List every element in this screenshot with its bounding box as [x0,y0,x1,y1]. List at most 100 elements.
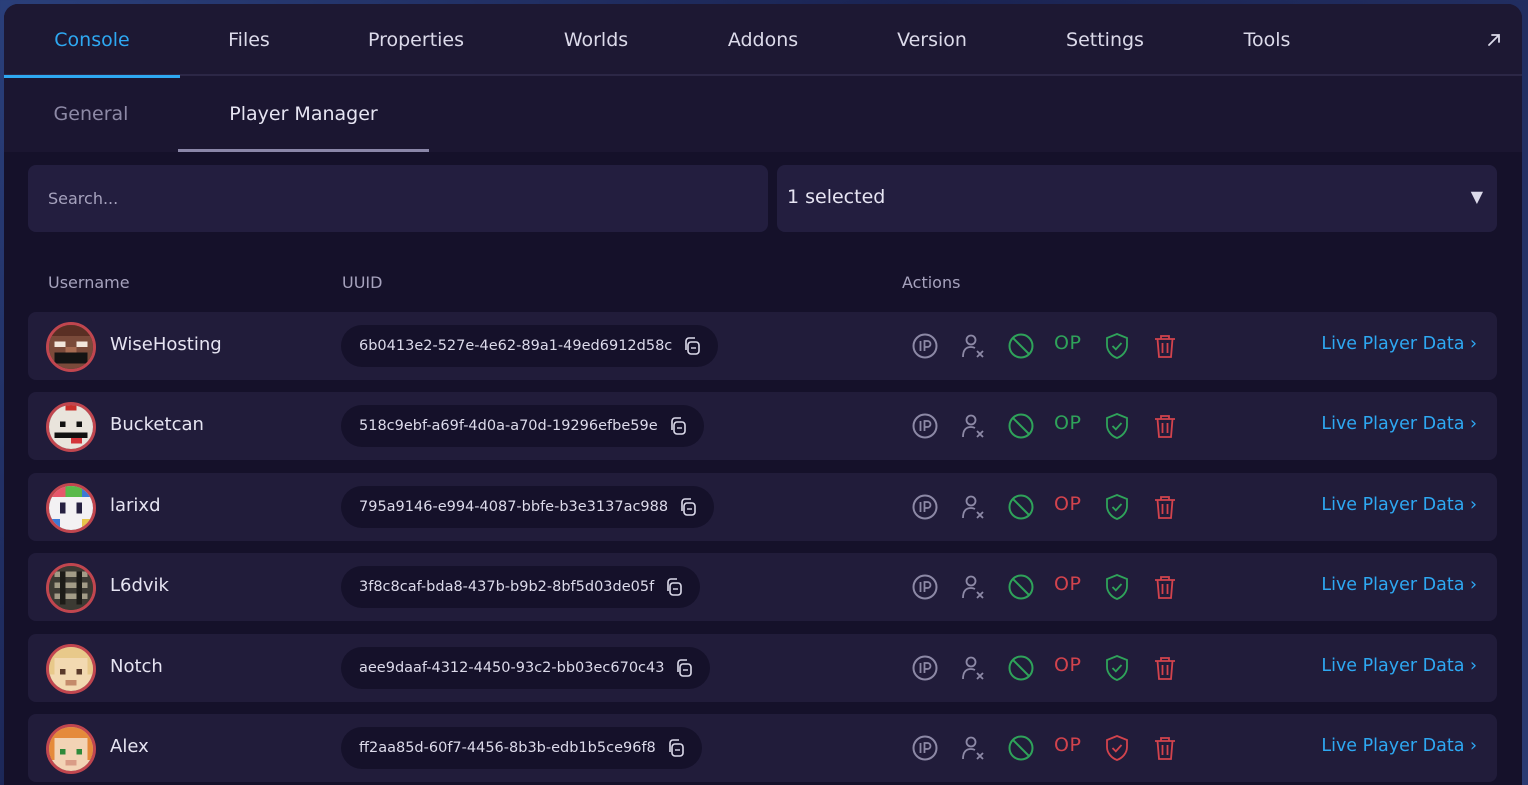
server-panel: Console Files Properties Worlds Addons V… [4,4,1522,785]
delete-trash-icon[interactable] [1150,733,1180,763]
whitelist-shield-icon[interactable] [1102,411,1132,441]
tab-label: Settings [1066,29,1144,51]
uuid-text: 518c9ebf-a69f-4d0a-a70d-19296efbe59e [359,418,658,434]
delete-trash-icon[interactable] [1150,492,1180,522]
avatar [46,483,96,533]
op-toggle[interactable]: OP [1054,654,1081,676]
delete-trash-icon[interactable] [1150,653,1180,683]
tab-tools[interactable]: Tools [1220,4,1314,76]
uuid-pill: 795a9146-e994-4087-bbfe-b3e3137ac988 [341,486,715,528]
whitelist-shield-icon[interactable] [1102,572,1132,602]
column-header-username: Username [48,273,130,292]
ip-ban-icon[interactable] [910,733,940,763]
ip-ban-icon[interactable] [910,492,940,522]
kick-user-icon[interactable] [958,492,988,522]
uuid-pill: ff2aa85d-60f7-4456-8b3b-edb1b5ce96f8 [341,727,702,769]
column-header-uuid: UUID [342,273,383,292]
tab-general[interactable]: General [4,78,178,152]
kick-user-icon[interactable] [958,733,988,763]
op-toggle[interactable]: OP [1054,573,1081,595]
copy-icon[interactable] [678,497,698,517]
filter-select[interactable]: 1 selected ▼ [777,165,1497,232]
uuid-pill: 518c9ebf-a69f-4d0a-a70d-19296efbe59e [341,405,704,447]
uuid-pill: 3f8c8caf-bda8-437b-b9b2-8bf5d03de05f [341,566,701,608]
ban-icon[interactable] [1006,492,1036,522]
tab-label: Files [228,29,270,51]
avatar [46,563,96,613]
op-toggle[interactable]: OP [1054,332,1081,354]
popout-arrow-icon[interactable] [1486,32,1502,48]
whitelist-shield-icon[interactable] [1102,653,1132,683]
tab-label: Properties [367,29,465,51]
live-player-data-link[interactable]: Live Player Data › [1321,656,1477,676]
uuid-text: aee9daaf-4312-4450-93c2-bb03ec670c43 [359,660,665,676]
op-toggle[interactable]: OP [1054,493,1081,515]
tab-settings[interactable]: Settings [1044,4,1166,76]
ban-icon[interactable] [1006,331,1036,361]
live-player-data-link[interactable]: Live Player Data › [1321,334,1477,354]
copy-icon[interactable] [674,658,694,678]
tab-files[interactable]: Files [199,4,299,76]
tab-player-manager[interactable]: Player Manager [178,78,429,152]
player-row: Bucketcan 518c9ebf-a69f-4d0a-a70d-19296ef… [28,392,1497,460]
username: Alex [110,736,149,757]
tab-console[interactable]: Console [4,4,180,78]
whitelist-shield-icon[interactable] [1102,331,1132,361]
tab-label: Player Manager [229,103,378,125]
live-player-data-link[interactable]: Live Player Data › [1321,736,1477,756]
whitelist-shield-icon[interactable] [1102,733,1132,763]
uuid-text: ff2aa85d-60f7-4456-8b3b-edb1b5ce96f8 [359,740,656,756]
kick-user-icon[interactable] [958,653,988,683]
uuid-text: 795a9146-e994-4087-bbfe-b3e3137ac988 [359,499,669,515]
tab-addons[interactable]: Addons [703,4,823,76]
copy-icon[interactable] [666,738,686,758]
search-input[interactable] [28,165,768,232]
username: WiseHosting [110,334,222,355]
ban-icon[interactable] [1006,653,1036,683]
copy-icon[interactable] [682,336,702,356]
username: larixd [110,495,161,516]
avatar [46,402,96,452]
ban-icon[interactable] [1006,572,1036,602]
live-player-data-link[interactable]: Live Player Data › [1321,575,1477,595]
kick-user-icon[interactable] [958,411,988,441]
tab-label: Console [54,29,130,51]
uuid-text: 6b0413e2-527e-4e62-89a1-49ed6912d58c [359,338,673,354]
whitelist-shield-icon[interactable] [1102,492,1132,522]
live-player-data-link[interactable]: Live Player Data › [1321,495,1477,515]
avatar [46,644,96,694]
op-toggle[interactable]: OP [1054,412,1081,434]
username: Bucketcan [110,414,204,435]
tab-label: Tools [1243,29,1291,51]
tab-worlds[interactable]: Worlds [541,4,651,76]
ip-ban-icon[interactable] [910,411,940,441]
copy-icon[interactable] [664,577,684,597]
delete-trash-icon[interactable] [1150,572,1180,602]
sub-tab-bar: General Player Manager [4,78,1522,152]
avatar [46,724,96,774]
player-row: L6dvik 3f8c8caf-bda8-437b-b9b2-8bf5d03de0… [28,553,1497,621]
ip-ban-icon[interactable] [910,653,940,683]
player-manager-content: 1 selected ▼ Username UUID Actions WiseH… [4,152,1522,785]
uuid-text: 3f8c8caf-bda8-437b-b9b2-8bf5d03de05f [359,579,655,595]
delete-trash-icon[interactable] [1150,411,1180,441]
tab-version[interactable]: Version [875,4,989,76]
ban-icon[interactable] [1006,733,1036,763]
delete-trash-icon[interactable] [1150,331,1180,361]
tab-label: Version [897,29,967,51]
ip-ban-icon[interactable] [910,572,940,602]
kick-user-icon[interactable] [958,331,988,361]
uuid-pill: 6b0413e2-527e-4e62-89a1-49ed6912d58c [341,325,719,367]
ip-ban-icon[interactable] [910,331,940,361]
copy-icon[interactable] [668,416,688,436]
ban-icon[interactable] [1006,411,1036,441]
player-row: larixd 795a9146-e994-4087-bbfe-b3e3137ac9… [28,473,1497,541]
player-row: Notch aee9daaf-4312-4450-93c2-bb03ec670c4… [28,634,1497,702]
username: L6dvik [110,575,169,596]
tab-label: General [53,103,129,125]
op-toggle[interactable]: OP [1054,734,1081,756]
kick-user-icon[interactable] [958,572,988,602]
username: Notch [110,656,163,677]
tab-properties[interactable]: Properties [346,4,486,76]
live-player-data-link[interactable]: Live Player Data › [1321,414,1477,434]
